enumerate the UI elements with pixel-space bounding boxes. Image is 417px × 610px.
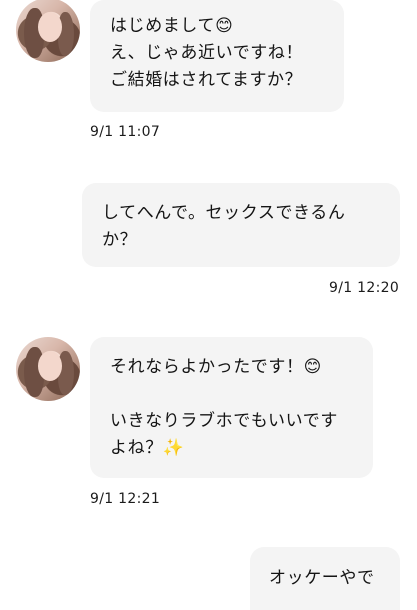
message-line: してへんで。セックスできるん	[102, 203, 346, 223]
avatar-face	[38, 12, 62, 42]
message-timestamp: 9/1 12:21	[90, 491, 161, 507]
message-line: え、じゃあ近いですね！	[110, 43, 304, 63]
message-line: ご結婚はされてますか？	[110, 70, 303, 90]
message-timestamp: 9/1 11:07	[90, 124, 161, 140]
message-line: はじめまして😊	[110, 16, 234, 36]
outgoing-message-bubble[interactable]: オッケーやで	[250, 547, 400, 610]
message-line: よね？✨	[110, 438, 185, 458]
incoming-message-bubble[interactable]: それならよかったです！😊 いきなりラブホでもいいです よね？✨	[90, 337, 373, 478]
message-line: か？	[102, 230, 138, 250]
incoming-message-bubble[interactable]: はじめまして😊 え、じゃあ近いですね！ ご結婚はされてますか？	[90, 0, 344, 112]
outgoing-message-bubble[interactable]: してへんで。セックスできるん か？	[82, 183, 400, 267]
contact-avatar[interactable]	[16, 0, 80, 62]
contact-avatar[interactable]	[16, 337, 80, 401]
message-line: いきなりラブホでもいいです	[110, 411, 338, 431]
avatar-face	[38, 351, 62, 381]
message-line: それならよかったです！😊	[110, 357, 322, 377]
message-timestamp: 9/1 12:20	[329, 280, 400, 296]
chat-thread: はじめまして😊 え、じゃあ近いですね！ ご結婚はされてますか？ 9/1 11:0…	[0, 0, 417, 610]
message-line: オッケーやで	[269, 568, 375, 588]
message-line	[110, 381, 373, 408]
